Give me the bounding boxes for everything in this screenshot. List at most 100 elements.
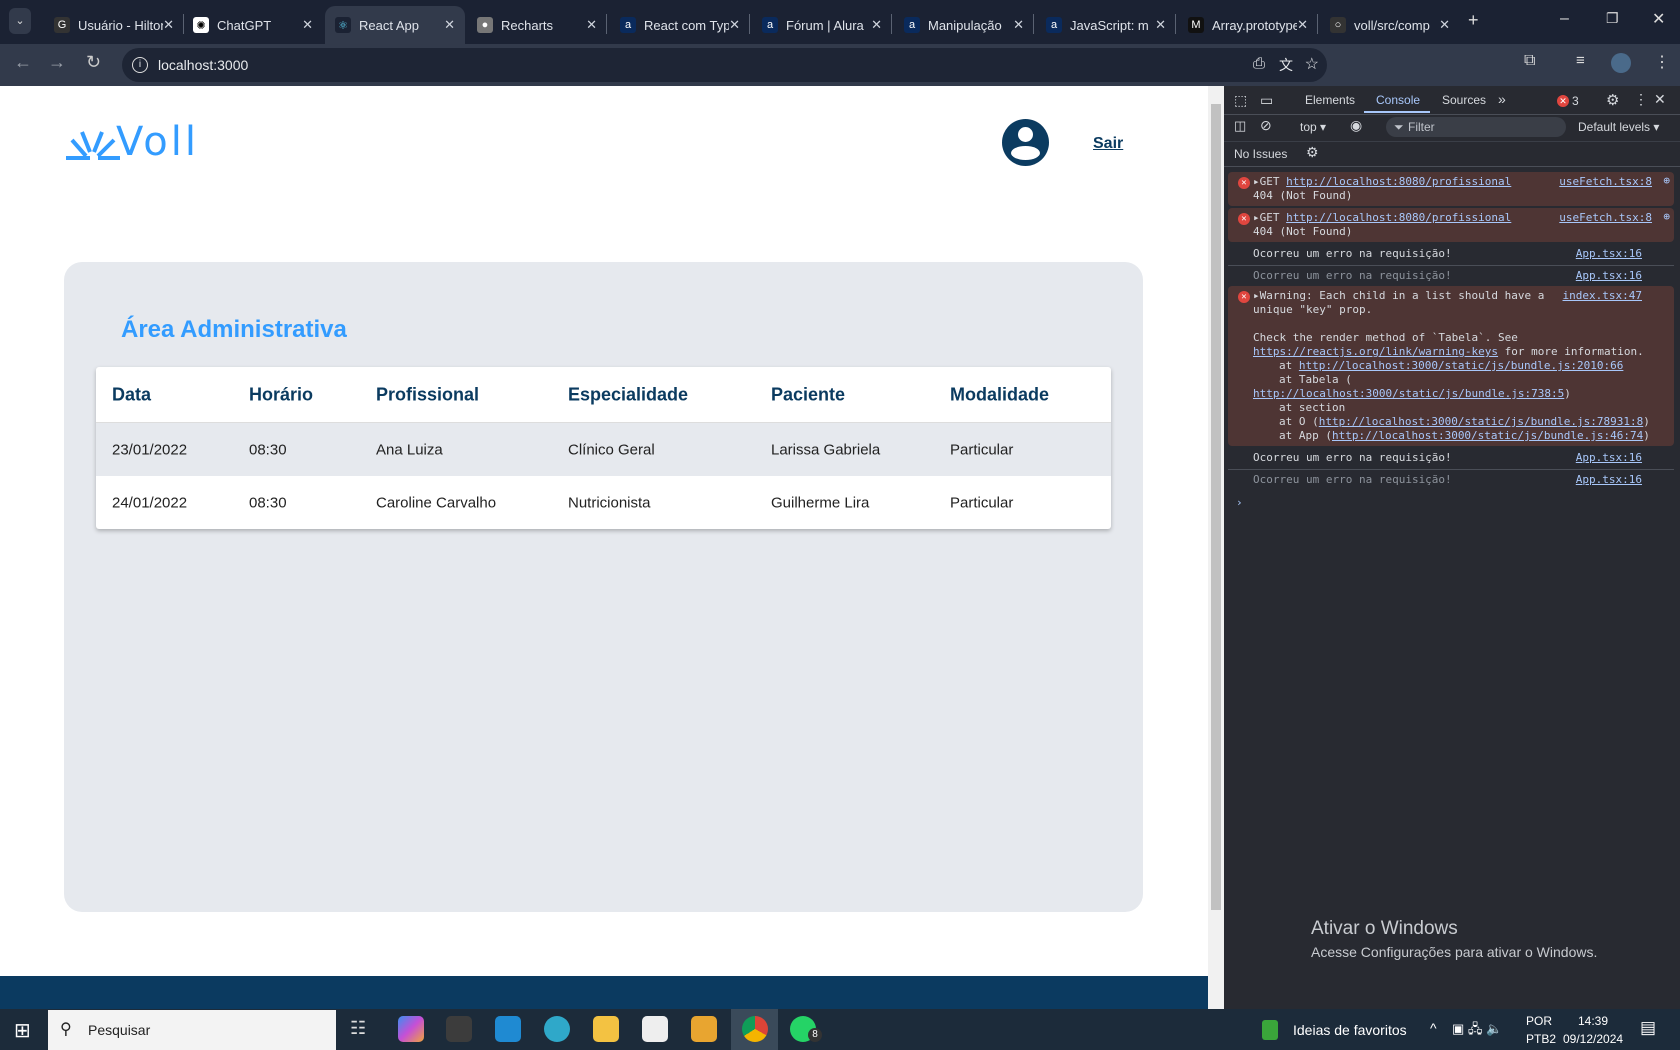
close-tab-icon[interactable]: ✕ (871, 17, 882, 33)
taskbar-search[interactable]: ⚲ Pesquisar (48, 1010, 336, 1050)
logout-link[interactable]: Sair (1093, 135, 1123, 153)
error-url[interactable]: http://localhost:8080/profissional (1286, 175, 1511, 188)
back-button[interactable]: ← (14, 52, 32, 73)
tab-react-app[interactable]: ⚛ React App ✕ (325, 6, 465, 44)
close-tab-icon[interactable]: ✕ (1013, 17, 1024, 33)
tab-sources[interactable]: Sources (1442, 93, 1486, 107)
column-header[interactable]: Especialidade (568, 384, 688, 405)
clock-date[interactable]: 09/12/2024 (1563, 1032, 1623, 1046)
file-explorer-icon[interactable] (593, 1016, 619, 1042)
tab-elements[interactable]: Elements (1305, 93, 1355, 107)
column-header[interactable]: Paciente (771, 384, 845, 405)
column-header[interactable]: Horário (249, 384, 313, 405)
source-link[interactable]: App.tsx:16 (1576, 451, 1642, 465)
stack-link[interactable]: http://localhost:3000/static/js/bundle.j… (1332, 429, 1643, 442)
close-tab-icon[interactable]: ✕ (163, 17, 174, 33)
source-link[interactable]: useFetch.tsx:8 (1559, 211, 1652, 225)
stack-link[interactable]: http://localhost:3000/static/js/bundle.j… (1319, 415, 1644, 428)
network-icon[interactable]: ⊕ (1663, 174, 1670, 188)
stack-link[interactable]: http://localhost:3000/static/js/bundle.j… (1253, 387, 1564, 400)
console-settings-icon[interactable]: ⚙ (1306, 144, 1319, 161)
forward-button[interactable]: → (48, 52, 66, 73)
tab-javascript-m[interactable]: a JavaScript: m ✕ (1036, 6, 1176, 44)
store-icon[interactable] (642, 1016, 668, 1042)
translate-icon[interactable]: 文 (1279, 55, 1293, 75)
close-tab-icon[interactable]: ✕ (444, 17, 455, 33)
live-expression-eye-icon[interactable]: ◉ (1350, 117, 1362, 134)
widget-icon[interactable] (1262, 1020, 1278, 1040)
tab-search-button[interactable]: ⌄ (9, 8, 31, 34)
tray-chevron-icon[interactable]: ^ (1430, 1020, 1437, 1036)
notifications-icon[interactable]: ▤ (1640, 1018, 1656, 1038)
column-header[interactable]: Profissional (376, 384, 479, 405)
source-link[interactable]: index.tsx:47 (1563, 289, 1642, 303)
tab-usu-rio-hilton[interactable]: G Usuário - Hilton ✕ (44, 6, 184, 44)
tab-recharts[interactable]: ● Recharts ✕ (467, 6, 607, 44)
source-link[interactable]: useFetch.tsx:8 (1559, 175, 1652, 189)
profile-avatar[interactable] (1611, 53, 1631, 73)
minimize-button[interactable]: – (1560, 10, 1569, 28)
chrome-icon[interactable] (742, 1016, 768, 1042)
new-tab-button[interactable]: + (1468, 10, 1479, 31)
source-link[interactable]: App.tsx:16 (1576, 247, 1642, 261)
tab-manipula-o[interactable]: a Manipulação ✕ (894, 6, 1034, 44)
log-levels-select[interactable]: Default levels ▾ (1578, 120, 1659, 134)
stack-link[interactable]: http://localhost:3000/static/js/bundle.j… (1299, 359, 1624, 372)
task-view-icon[interactable]: ☷ (350, 1018, 366, 1039)
column-header[interactable]: Data (112, 384, 151, 405)
close-tab-icon[interactable]: ✕ (729, 17, 740, 33)
network-icon[interactable]: ⊕ (1663, 210, 1670, 224)
sidebar-toggle-icon[interactable]: ◫ (1234, 118, 1246, 134)
start-button[interactable]: ⊞ (14, 1018, 31, 1043)
expand-triangle-icon[interactable]: ▸ (1253, 289, 1260, 302)
outlook-icon[interactable] (691, 1016, 717, 1042)
site-info-icon[interactable]: i (132, 57, 148, 73)
context-select[interactable]: top ▾ (1300, 120, 1326, 134)
close-tab-icon[interactable]: ✕ (1297, 17, 1308, 33)
menu-icon[interactable]: ⋮ (1654, 52, 1670, 72)
expand-triangle-icon[interactable]: ▸ (1253, 211, 1260, 224)
keyboard-layout[interactable]: PTB2 (1526, 1032, 1556, 1046)
copilot-icon[interactable] (398, 1016, 424, 1042)
warning-link[interactable]: https://reactjs.org/link/warning-keys (1253, 345, 1498, 358)
tab-console[interactable]: Console (1376, 93, 1420, 107)
tab-voll-src-comp[interactable]: ○ voll/src/comp ✕ (1320, 6, 1460, 44)
close-tab-icon[interactable]: ✕ (302, 17, 313, 33)
source-link[interactable]: App.tsx:16 (1576, 473, 1642, 487)
edge-icon[interactable] (544, 1016, 570, 1042)
widget-label[interactable]: Ideias de favoritos (1293, 1022, 1407, 1038)
close-tab-icon[interactable]: ✕ (1439, 17, 1450, 33)
inspect-icon[interactable]: ⬚ (1234, 92, 1247, 109)
voll-logo[interactable]: Voll (64, 122, 199, 162)
install-icon[interactable]: ⎙ (1253, 55, 1265, 72)
source-link[interactable]: App.tsx:16 (1576, 269, 1642, 283)
tab-chatgpt[interactable]: ✺ ChatGPT ✕ (183, 6, 323, 44)
clear-console-icon[interactable]: ⊘ (1260, 117, 1272, 134)
vscode-icon[interactable] (495, 1016, 521, 1042)
tab-react-com-typescript[interactable]: a React com TypeScript✕ (610, 6, 750, 44)
tab-f-rum-alura[interactable]: a Fórum | Alura ✕ (752, 6, 892, 44)
user-avatar-icon[interactable] (1002, 119, 1049, 166)
close-window-button[interactable]: ✕ (1652, 9, 1665, 29)
bookmark-star-icon[interactable]: ☆ (1305, 54, 1319, 74)
device-toolbar-icon[interactable]: ▭ (1260, 92, 1273, 109)
devtools-menu-icon[interactable]: ⋮ (1634, 91, 1648, 108)
restore-button[interactable]: ❐ (1606, 10, 1619, 27)
settings-icon[interactable]: ⚙ (1606, 91, 1619, 109)
more-tabs-icon[interactable]: » (1498, 91, 1506, 107)
error-count-icon[interactable]: ✕ (1557, 95, 1569, 107)
language-code[interactable]: POR (1526, 1014, 1552, 1028)
filter-input[interactable]: ⏷ Filter (1386, 117, 1566, 137)
issues-status[interactable]: No Issues (1234, 147, 1287, 161)
expand-triangle-icon[interactable]: ▸ (1253, 175, 1260, 188)
extensions-icon[interactable]: ⧉ (1524, 52, 1535, 70)
close-tab-icon[interactable]: ✕ (1155, 17, 1166, 33)
address-bar[interactable]: i localhost:3000 ⎙ 文 ☆ (122, 48, 1327, 82)
error-url[interactable]: http://localhost:8080/profissional (1286, 211, 1511, 224)
tab-array-prototype[interactable]: M Array.prototype ✕ (1178, 6, 1318, 44)
scrollbar-thumb[interactable] (1211, 104, 1221, 910)
close-tab-icon[interactable]: ✕ (586, 17, 597, 33)
media-icon[interactable]: ≡ (1576, 52, 1585, 69)
terminal-icon[interactable] (446, 1016, 472, 1042)
reload-button[interactable]: ↻ (86, 52, 101, 73)
